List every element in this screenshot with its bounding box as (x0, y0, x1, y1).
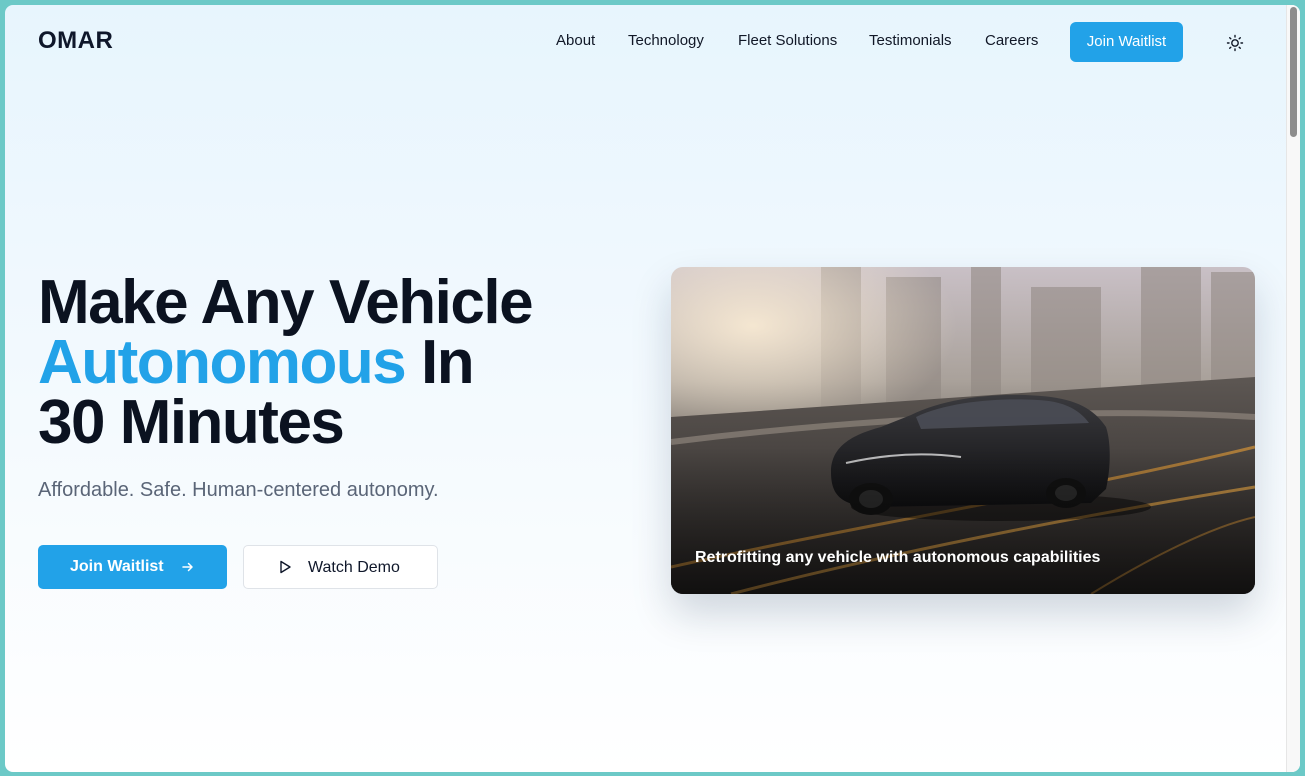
nav-link-technology[interactable]: Technology (628, 32, 704, 49)
navbar: OMAR About Technology Fleet Solutions Te… (5, 5, 1287, 77)
hero-image-card: Retrofitting any vehicle with autonomous… (671, 267, 1255, 594)
join-waitlist-label: Join Waitlist (70, 558, 164, 575)
join-waitlist-nav-button[interactable]: Join Waitlist (1070, 22, 1183, 62)
logo[interactable]: OMAR (38, 27, 113, 55)
nav-link-testimonials[interactable]: Testimonials (869, 32, 952, 49)
hero-title-line1: Make Any Vehicle (38, 268, 534, 337)
hero-title-accent: Autonomous (38, 328, 407, 397)
hero-title: Make Any Vehicle Autonomous In 30 Minute… (38, 272, 534, 454)
car-photo (671, 267, 1255, 594)
nav-link-fleet-solutions[interactable]: Fleet Solutions (738, 32, 837, 49)
image-caption: Retrofitting any vehicle with autonomous… (695, 549, 1101, 566)
scrollbar-thumb[interactable] (1290, 7, 1297, 137)
hero-title-line2: In (421, 328, 475, 397)
arrow-right-icon (182, 562, 193, 572)
nav-link-careers[interactable]: Careers (985, 32, 1038, 49)
join-waitlist-button[interactable]: Join Waitlist (38, 545, 227, 589)
hero-subtitle: Affordable. Safe. Human-centered autonom… (38, 479, 439, 501)
theme-toggle-button[interactable] (1223, 31, 1247, 55)
watch-demo-label: Watch Demo (308, 559, 400, 576)
watch-demo-button[interactable]: Watch Demo (243, 545, 438, 589)
scrollbar[interactable] (1286, 5, 1300, 772)
nav-link-about[interactable]: About (556, 32, 595, 49)
play-icon (280, 560, 291, 574)
sun-icon (1226, 34, 1244, 52)
browser-viewport: OMAR About Technology Fleet Solutions Te… (5, 5, 1300, 772)
hero-title-line3: 30 Minutes (38, 388, 345, 457)
